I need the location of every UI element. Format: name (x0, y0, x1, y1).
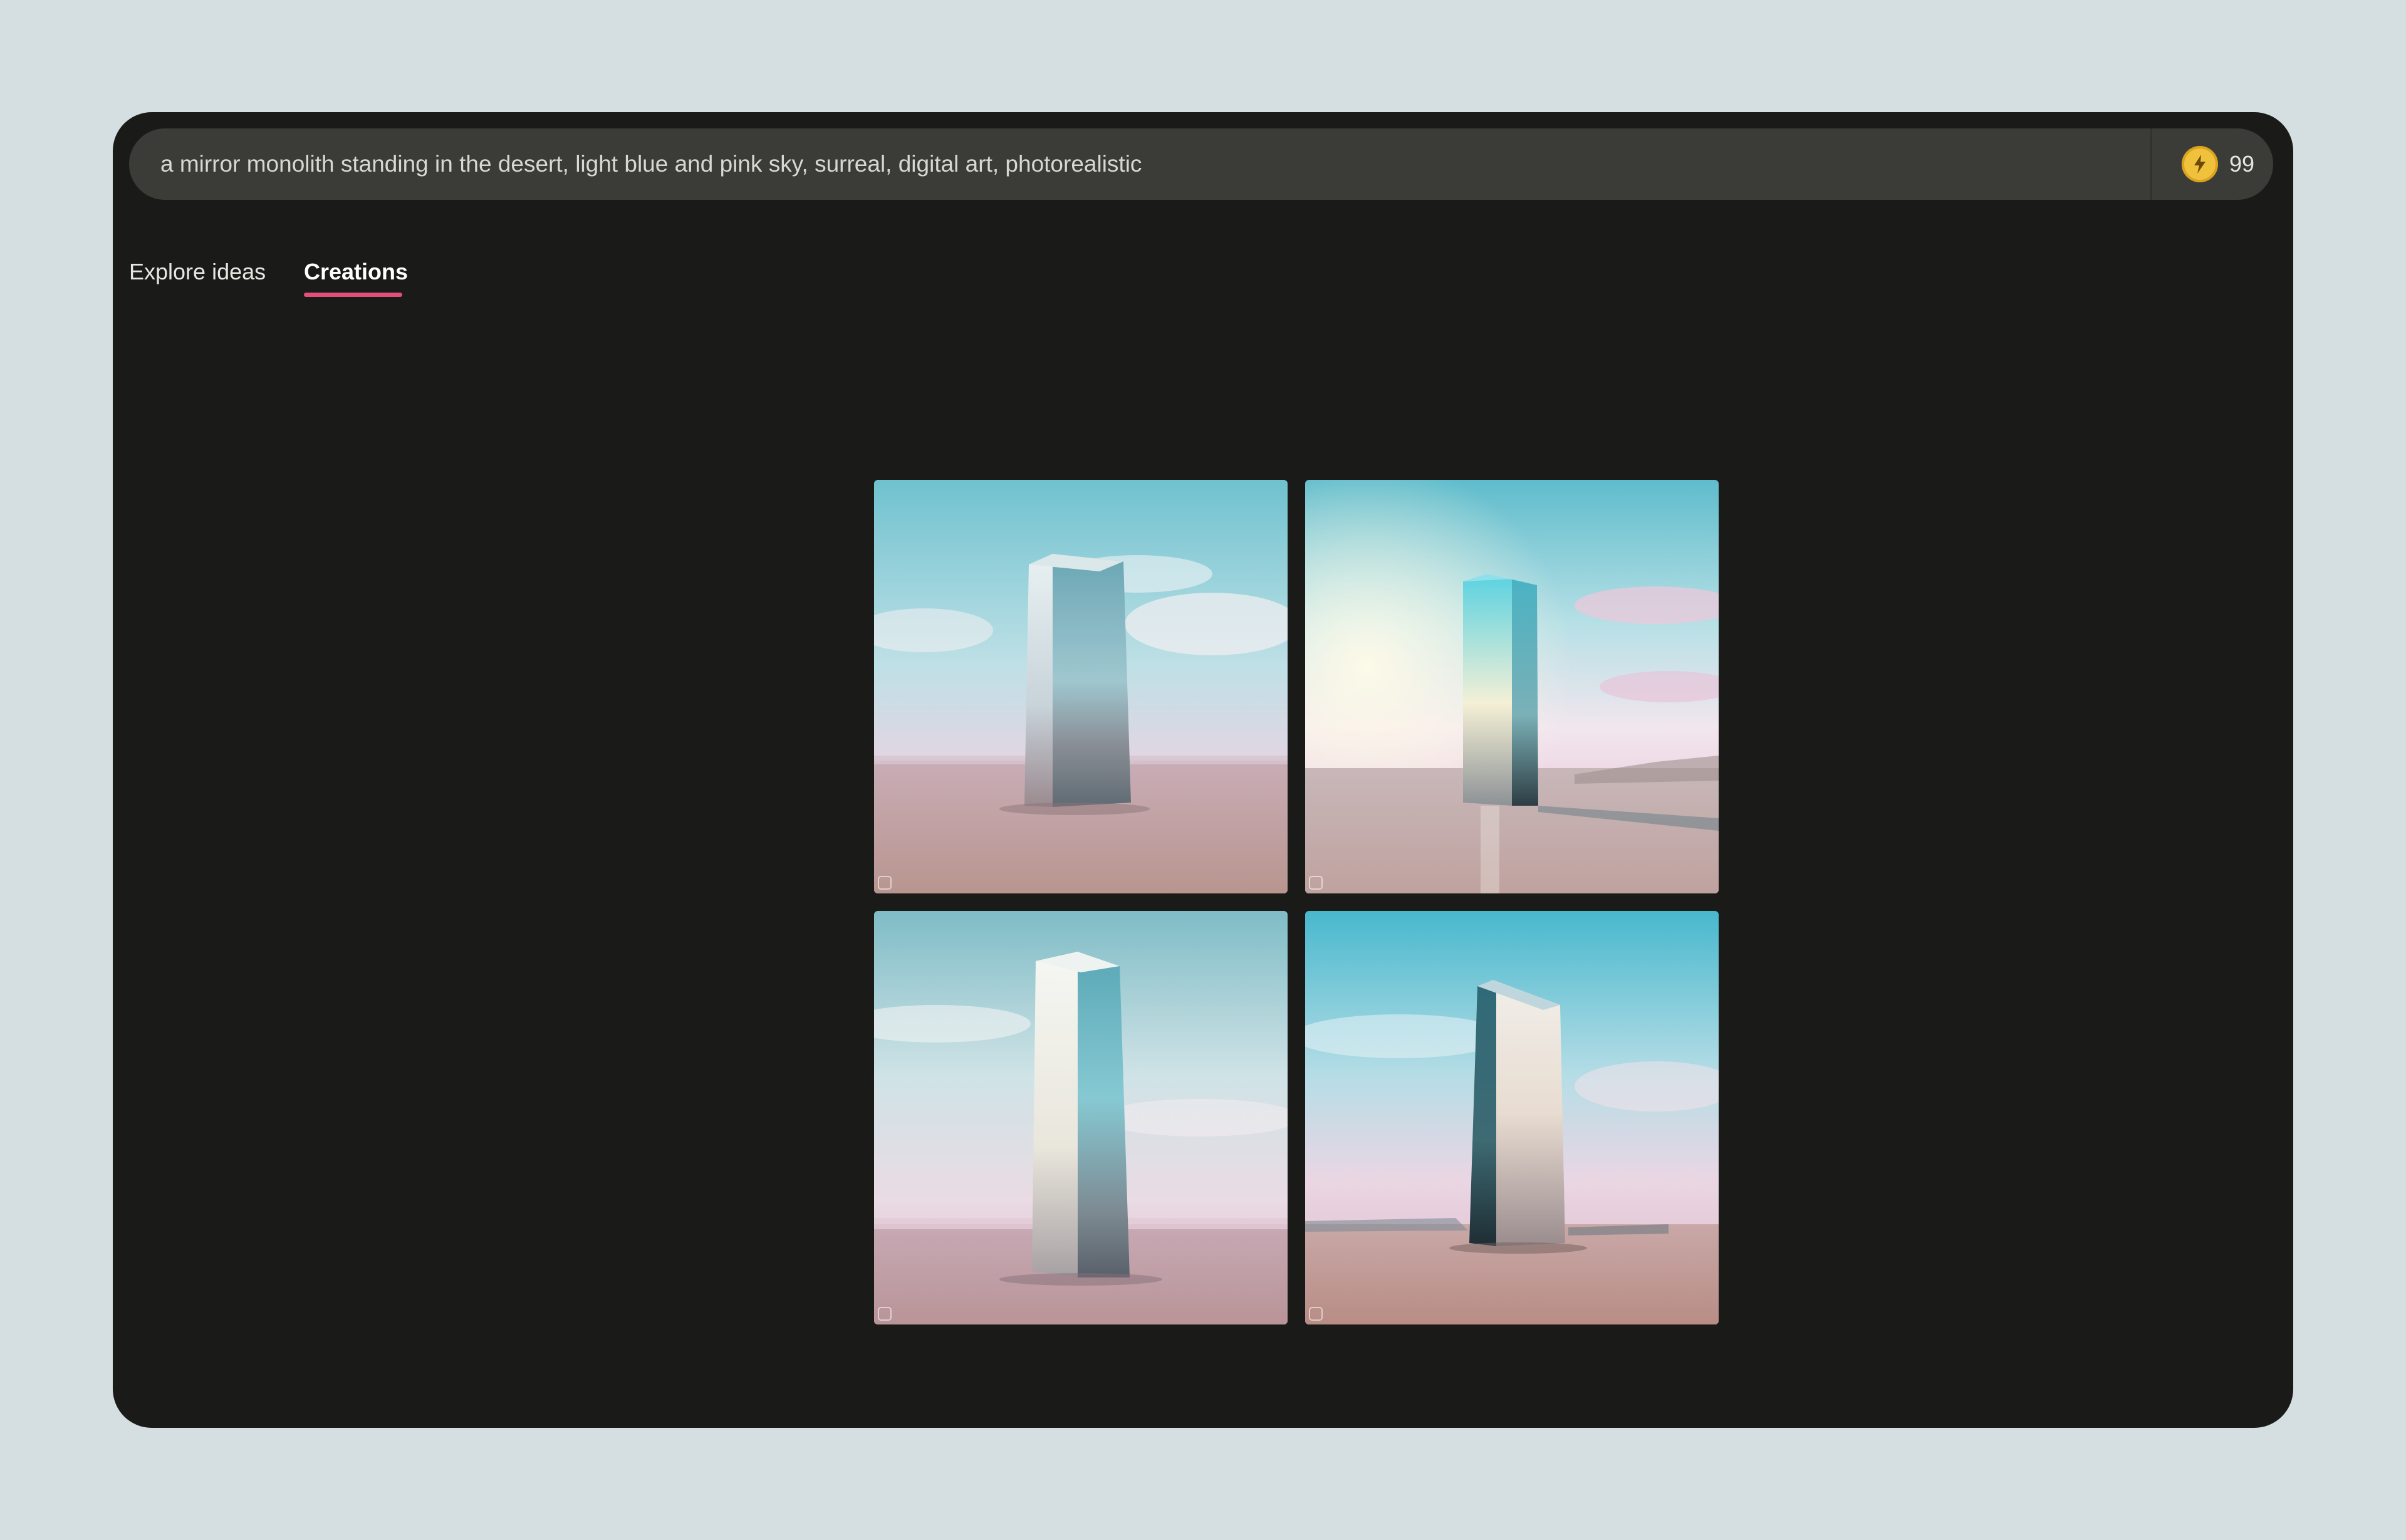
tab-explore-ideas[interactable]: Explore ideas (129, 259, 266, 285)
tab-creations-label: Creations (304, 259, 409, 284)
lightning-coin-icon (2182, 146, 2218, 182)
image-badge-icon (877, 875, 893, 891)
image-badge-icon (1308, 875, 1324, 891)
image-grid (874, 480, 1719, 1324)
active-tab-indicator (304, 293, 402, 297)
generated-image-1[interactable] (874, 480, 1288, 893)
prompt-input[interactable]: a mirror monolith standing in the desert… (160, 128, 1142, 200)
app-window: a mirror monolith standing in the desert… (113, 112, 2293, 1428)
tab-explore-ideas-label: Explore ideas (129, 259, 266, 284)
generated-image-3[interactable] (874, 911, 1288, 1324)
image-badge-icon (1308, 1306, 1324, 1322)
image-badge-icon (877, 1306, 893, 1322)
credits-indicator[interactable]: 99 (2182, 128, 2254, 200)
generated-image-4[interactable] (1305, 911, 1719, 1324)
credit-count: 99 (2229, 151, 2255, 177)
prompt-bar[interactable]: a mirror monolith standing in the desert… (129, 128, 2273, 200)
tab-creations[interactable]: Creations (304, 259, 409, 297)
prompt-bar-divider (2150, 128, 2152, 200)
generated-image-2[interactable] (1305, 480, 1719, 893)
